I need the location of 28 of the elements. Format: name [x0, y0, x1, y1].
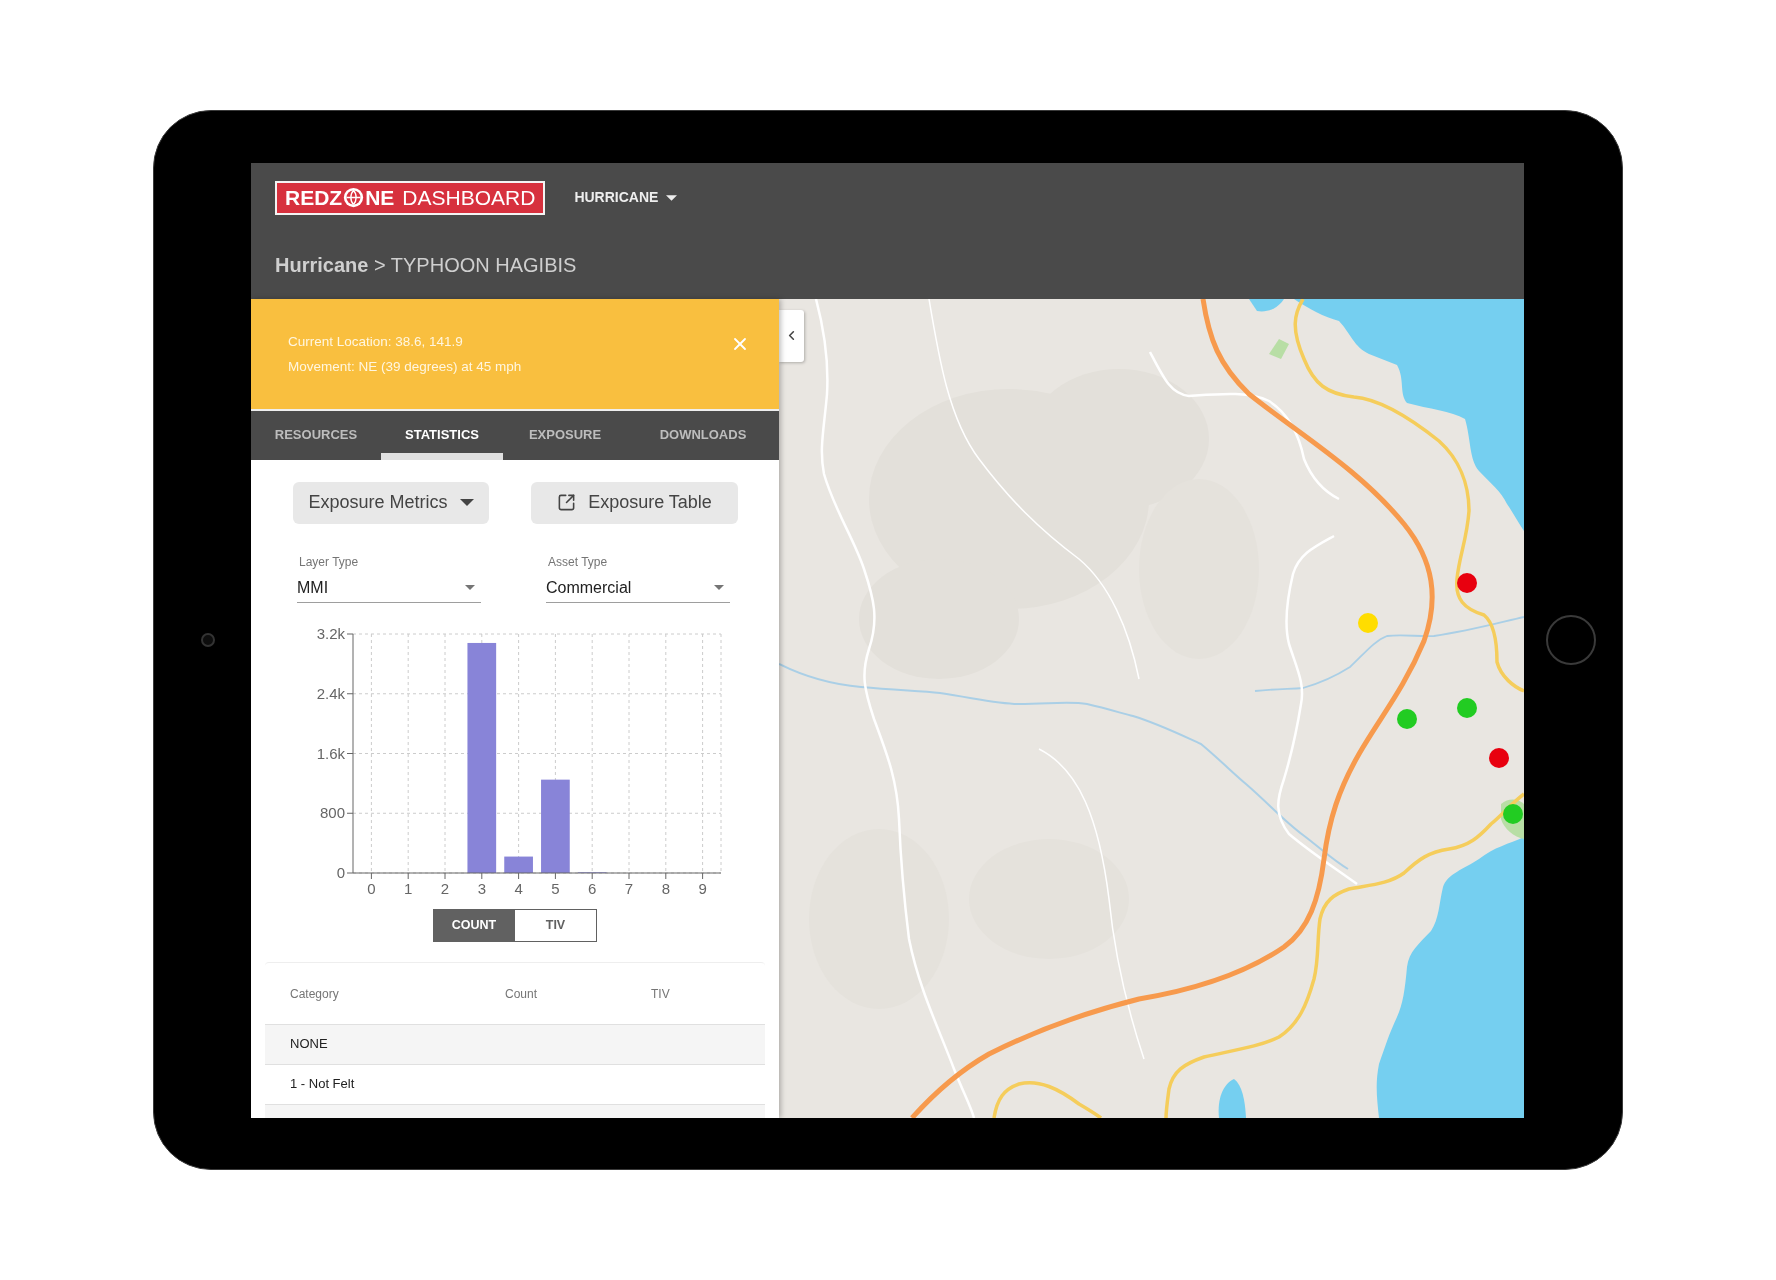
logo-text: NE [365, 187, 395, 208]
y-tick-label: 0 [336, 863, 345, 881]
x-tick-label: 5 [551, 879, 560, 897]
table-cell-text: NONE [290, 1035, 328, 1054]
x-tick-label: 0 [367, 879, 376, 897]
x-tick-label: 4 [514, 879, 523, 897]
alert-text: Current Location: 38.6, 141.9 [288, 332, 463, 351]
y-tick-label: 3.2k [316, 624, 345, 642]
column-header: Category [290, 987, 339, 1001]
column-header: Count [505, 987, 538, 1001]
x-tick-label: 8 [661, 879, 670, 897]
field-label: Layer Type [299, 554, 359, 569]
logo-text: DASHBOARD [402, 187, 536, 208]
y-tick-label: 800 [319, 803, 345, 821]
breadcrumb: Hurricane > TYPHOON HAGIBIS [275, 252, 577, 277]
x-tick-label: 1 [404, 879, 413, 897]
logo-text: REDZ [285, 187, 343, 208]
alert-text: Movement: NE (39 degrees) at 45 mph [288, 357, 522, 376]
x-tick-label: 3 [477, 879, 486, 897]
x-tick-label: 9 [698, 879, 707, 897]
y-tick-label: 2.4k [316, 684, 345, 702]
column-header: TIV [651, 987, 670, 1001]
x-tick-label: 7 [624, 879, 634, 897]
y-tick-label: 1.6k [316, 744, 345, 761]
x-tick-label: 2 [440, 879, 450, 897]
field-label: Asset Type [548, 554, 608, 569]
table-cell-text: 1 - Not Felt [290, 1075, 355, 1094]
x-tick-label: 6 [588, 879, 597, 897]
